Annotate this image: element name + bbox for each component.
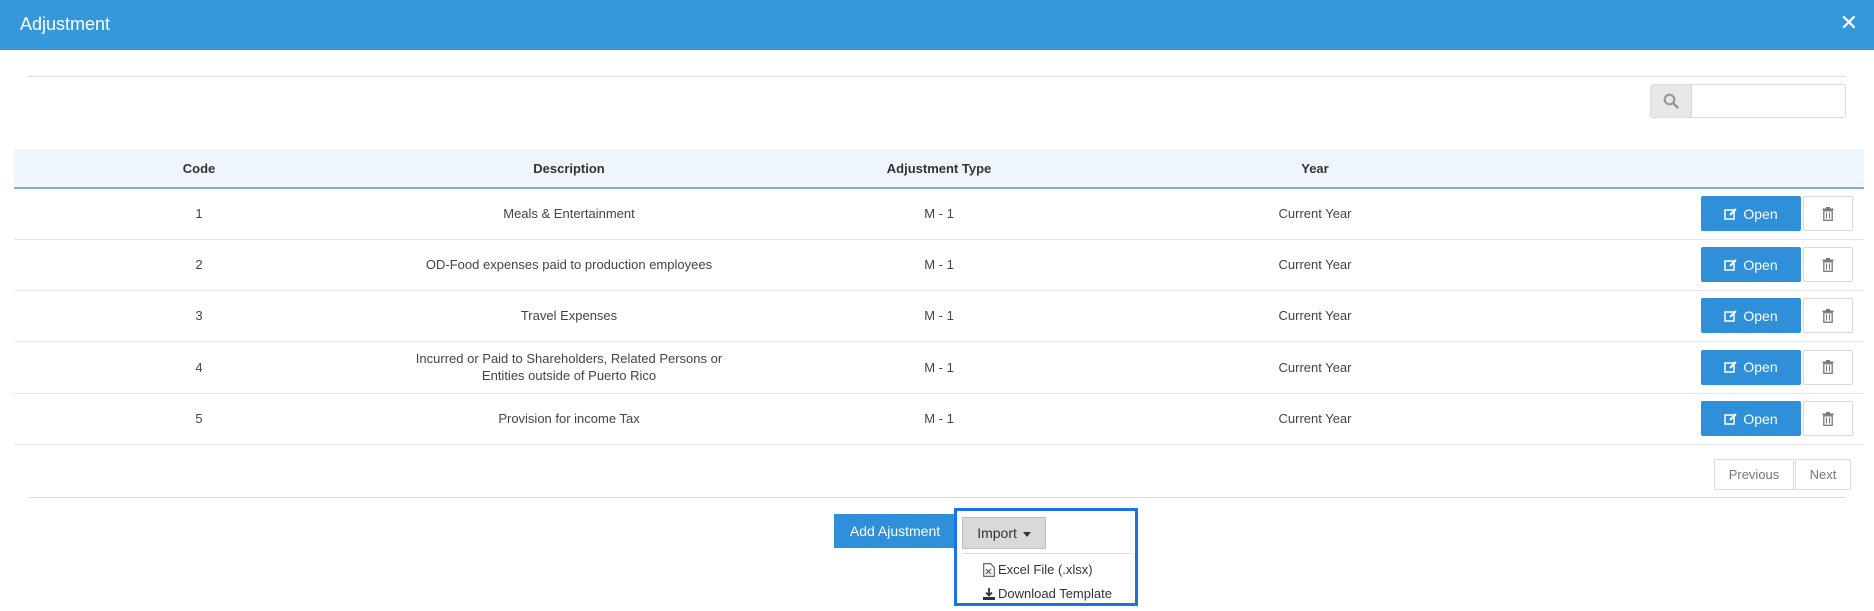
header-year[interactable]: Year — [1124, 149, 1506, 189]
cell-actions: Open — [1506, 239, 1864, 291]
table-row: 2 OD-Food expenses paid to production em… — [14, 239, 1864, 291]
menu-item-label: Excel File (.xlsx) — [998, 562, 1093, 577]
open-button-label: Open — [1743, 256, 1778, 273]
cell-description-line: Incurred or Paid to Shareholders, Relate… — [415, 351, 723, 366]
import-button-label: Import — [977, 525, 1017, 541]
delete-button[interactable] — [1803, 298, 1853, 333]
open-button-label: Open — [1743, 359, 1778, 375]
pagination: Previous Next — [1714, 459, 1851, 490]
cell-description-line: Entities outside of Puerto Rico — [481, 368, 657, 383]
top-divider — [28, 76, 1846, 77]
caret-down-icon — [1022, 531, 1031, 537]
table-row: 4 Incurred or Paid to Shareholders, Rela… — [14, 341, 1864, 394]
cell-actions: Open — [1506, 341, 1864, 394]
table-row: 5 Provision for income Tax M - 1 Current… — [14, 393, 1864, 445]
cell-year: Current Year — [1124, 290, 1506, 342]
trash-icon — [1822, 411, 1834, 426]
cell-year: Current Year — [1124, 239, 1506, 291]
cell-actions: Open — [1506, 188, 1864, 240]
cell-code: 2 — [14, 239, 384, 291]
header-code[interactable]: Code — [14, 149, 384, 189]
header-actions — [1506, 149, 1864, 189]
edit-icon — [1724, 208, 1738, 220]
cell-adjustment-type: M - 1 — [754, 188, 1124, 240]
previous-button[interactable]: Previous — [1714, 459, 1794, 490]
cell-year: Current Year — [1124, 341, 1506, 394]
delete-button[interactable] — [1803, 401, 1853, 436]
trash-icon — [1822, 360, 1834, 374]
cell-adjustment-type: M - 1 — [754, 290, 1124, 342]
cell-adjustment-type: M - 1 — [754, 393, 1124, 445]
menu-item-label: Download Template — [998, 586, 1112, 601]
table-row: 1 Meals & Entertainment M - 1 Current Ye… — [14, 188, 1864, 240]
cell-adjustment-type: M - 1 — [754, 341, 1124, 394]
menu-separator — [962, 553, 1132, 554]
cell-description: Provision for income Tax — [384, 393, 754, 445]
cell-year: Current Year — [1124, 188, 1506, 240]
cell-code: 1 — [14, 188, 384, 240]
next-button[interactable]: Next — [1795, 459, 1851, 490]
open-button-label: Open — [1743, 410, 1778, 427]
delete-button[interactable] — [1803, 196, 1853, 232]
cell-year: Current Year — [1124, 393, 1506, 445]
search-input[interactable] — [1692, 85, 1844, 117]
trash-icon — [1822, 206, 1834, 221]
add-adjustment-button[interactable]: Add Ajustment — [834, 514, 956, 548]
menu-item-excel-file[interactable]: Excel File (.xlsx) — [983, 562, 1093, 577]
open-button[interactable]: Open — [1701, 349, 1801, 385]
edit-icon — [1724, 361, 1738, 373]
import-dropdown: Import Excel File (.xlsx) Download Templ… — [954, 508, 1138, 606]
bottom-divider — [28, 497, 1846, 498]
close-icon[interactable]: ✕ — [1840, 12, 1858, 34]
cell-description: Travel Expenses — [384, 290, 754, 342]
trash-icon — [1822, 308, 1834, 323]
delete-button[interactable] — [1803, 349, 1853, 385]
cell-code: 3 — [14, 290, 384, 342]
open-button-label: Open — [1743, 205, 1778, 222]
open-button-label: Open — [1743, 307, 1778, 324]
edit-icon — [1724, 309, 1738, 322]
cell-description: OD-Food expenses paid to production empl… — [384, 239, 754, 291]
open-button[interactable]: Open — [1701, 298, 1801, 333]
table-row: 3 Travel Expenses M - 1 Current Year Ope… — [14, 290, 1864, 342]
cell-actions: Open — [1506, 393, 1864, 445]
dialog-titlebar: Adjustment ✕ — [0, 0, 1874, 50]
cell-actions: Open — [1506, 290, 1864, 342]
open-button[interactable]: Open — [1701, 196, 1801, 232]
trash-icon — [1822, 257, 1834, 272]
dialog-title: Adjustment — [20, 14, 111, 34]
excel-file-icon — [983, 562, 995, 577]
cell-code: 4 — [14, 341, 384, 394]
cell-description: Incurred or Paid to Shareholders, Relate… — [384, 341, 754, 394]
search-icon[interactable] — [1651, 85, 1692, 117]
download-icon — [983, 587, 995, 600]
open-button[interactable]: Open — [1701, 401, 1801, 436]
import-button[interactable]: Import — [962, 517, 1046, 549]
edit-icon — [1724, 412, 1738, 425]
table-header-row: Code Description Adjustment Type Year — [14, 149, 1864, 189]
cell-code: 5 — [14, 393, 384, 445]
cell-description: Meals & Entertainment — [384, 188, 754, 240]
edit-icon — [1724, 258, 1738, 271]
menu-item-download-template[interactable]: Download Template — [983, 586, 1112, 601]
header-description[interactable]: Description — [384, 149, 754, 189]
cell-adjustment-type: M - 1 — [754, 239, 1124, 291]
open-button[interactable]: Open — [1701, 247, 1801, 282]
adjustments-table: Code Description Adjustment Type Year 1 … — [14, 149, 1864, 445]
delete-button[interactable] — [1803, 247, 1853, 282]
search-box — [1650, 84, 1846, 118]
header-adjustment-type[interactable]: Adjustment Type — [754, 149, 1124, 189]
